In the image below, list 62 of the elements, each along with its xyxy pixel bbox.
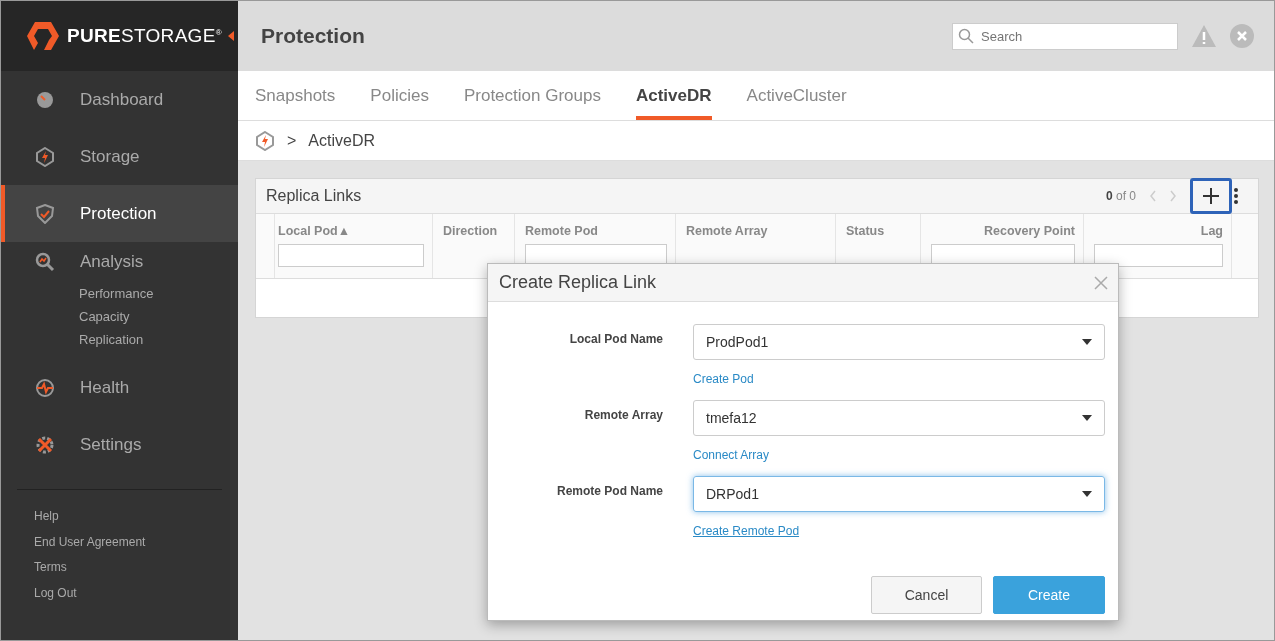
collapse-icon[interactable] bbox=[227, 31, 234, 41]
nav-item[interactable]: Dashboard bbox=[1, 71, 238, 128]
tools-icon bbox=[35, 434, 55, 455]
filter-field[interactable] bbox=[278, 244, 424, 267]
plus-icon bbox=[1202, 187, 1220, 205]
tab[interactable]: Protection Groups bbox=[463, 71, 601, 120]
gauge-icon bbox=[35, 89, 55, 110]
footer-link[interactable]: End User Agreement bbox=[1, 529, 238, 555]
breadcrumb-separator: > bbox=[287, 131, 297, 150]
footer-link[interactable]: Log Out bbox=[1, 580, 238, 606]
nav-subitem[interactable]: Replication bbox=[1, 328, 238, 351]
nav-item[interactable]: Protection bbox=[1, 185, 238, 242]
nav-item[interactable]: Analysis bbox=[1, 242, 238, 282]
pulse-icon bbox=[35, 377, 55, 398]
nav-item[interactable]: Settings bbox=[1, 416, 238, 473]
column-header[interactable]: Remote Pod bbox=[525, 224, 598, 238]
footer-link[interactable]: Help bbox=[1, 504, 238, 530]
bolt-icon bbox=[255, 130, 275, 151]
field-label: Local Pod Name bbox=[568, 331, 663, 348]
dropdown-field[interactable]: DRPod1 bbox=[693, 476, 1105, 512]
close-icon[interactable] bbox=[1230, 24, 1254, 48]
create-button[interactable]: Create bbox=[993, 576, 1105, 614]
more-icon[interactable] bbox=[1234, 188, 1238, 204]
page-count: 0 of 0 bbox=[1105, 189, 1136, 203]
field-label: Remote Array bbox=[583, 407, 663, 424]
dropdown-field[interactable]: tmefa12 bbox=[693, 400, 1105, 436]
column-header[interactable]: Remote Array bbox=[686, 224, 768, 238]
dropdown-field[interactable]: ProdPod1 bbox=[693, 324, 1105, 360]
footer-link[interactable]: Terms bbox=[1, 555, 238, 581]
tab[interactable]: Policies bbox=[370, 71, 429, 120]
column-header[interactable]: Direction bbox=[443, 224, 498, 238]
nav-item[interactable]: Health bbox=[1, 359, 238, 416]
link[interactable]: Create Remote Pod bbox=[693, 524, 800, 538]
warning-icon[interactable] bbox=[1192, 25, 1216, 47]
column-header[interactable]: Recovery Point bbox=[984, 224, 1075, 238]
caret-icon bbox=[1082, 339, 1092, 345]
caret-icon bbox=[1082, 415, 1092, 421]
column-header[interactable]: Local Pod▲ bbox=[278, 224, 351, 238]
column-header[interactable]: Lag bbox=[1200, 224, 1223, 238]
tab[interactable]: Snapshots bbox=[255, 71, 336, 120]
link[interactable]: Connect Array bbox=[693, 448, 770, 462]
pager-arrows-icon[interactable] bbox=[1150, 190, 1176, 202]
search-field[interactable]: Search bbox=[952, 22, 1178, 50]
nav-subitem[interactable]: Capacity bbox=[1, 305, 238, 328]
tab[interactable]: ActiveCluster bbox=[746, 71, 847, 120]
panel-title: Replica Links bbox=[266, 187, 363, 205]
link[interactable]: Create Pod bbox=[693, 372, 754, 386]
field-label: Remote Pod Name bbox=[555, 483, 663, 500]
caret-icon bbox=[1082, 491, 1092, 497]
breadcrumb-current: ActiveDR bbox=[308, 131, 376, 150]
close-button[interactable] bbox=[1094, 275, 1108, 290]
logo-text: PURESTORAGE$^{®}$ bbox=[67, 25, 222, 47]
cancel-button[interactable]: Cancel bbox=[871, 576, 982, 614]
filter-field[interactable] bbox=[1094, 244, 1223, 267]
shield-check-icon bbox=[35, 203, 55, 224]
dialog-title: Create Replica Link bbox=[499, 272, 658, 293]
page-title: Protection bbox=[261, 24, 366, 48]
nav-subitem[interactable]: Performance bbox=[1, 282, 238, 305]
bolt-icon bbox=[35, 146, 55, 167]
magnifier-icon bbox=[35, 252, 55, 272]
nav-item[interactable]: Storage bbox=[1, 128, 238, 185]
column-header[interactable]: Status bbox=[846, 224, 885, 238]
